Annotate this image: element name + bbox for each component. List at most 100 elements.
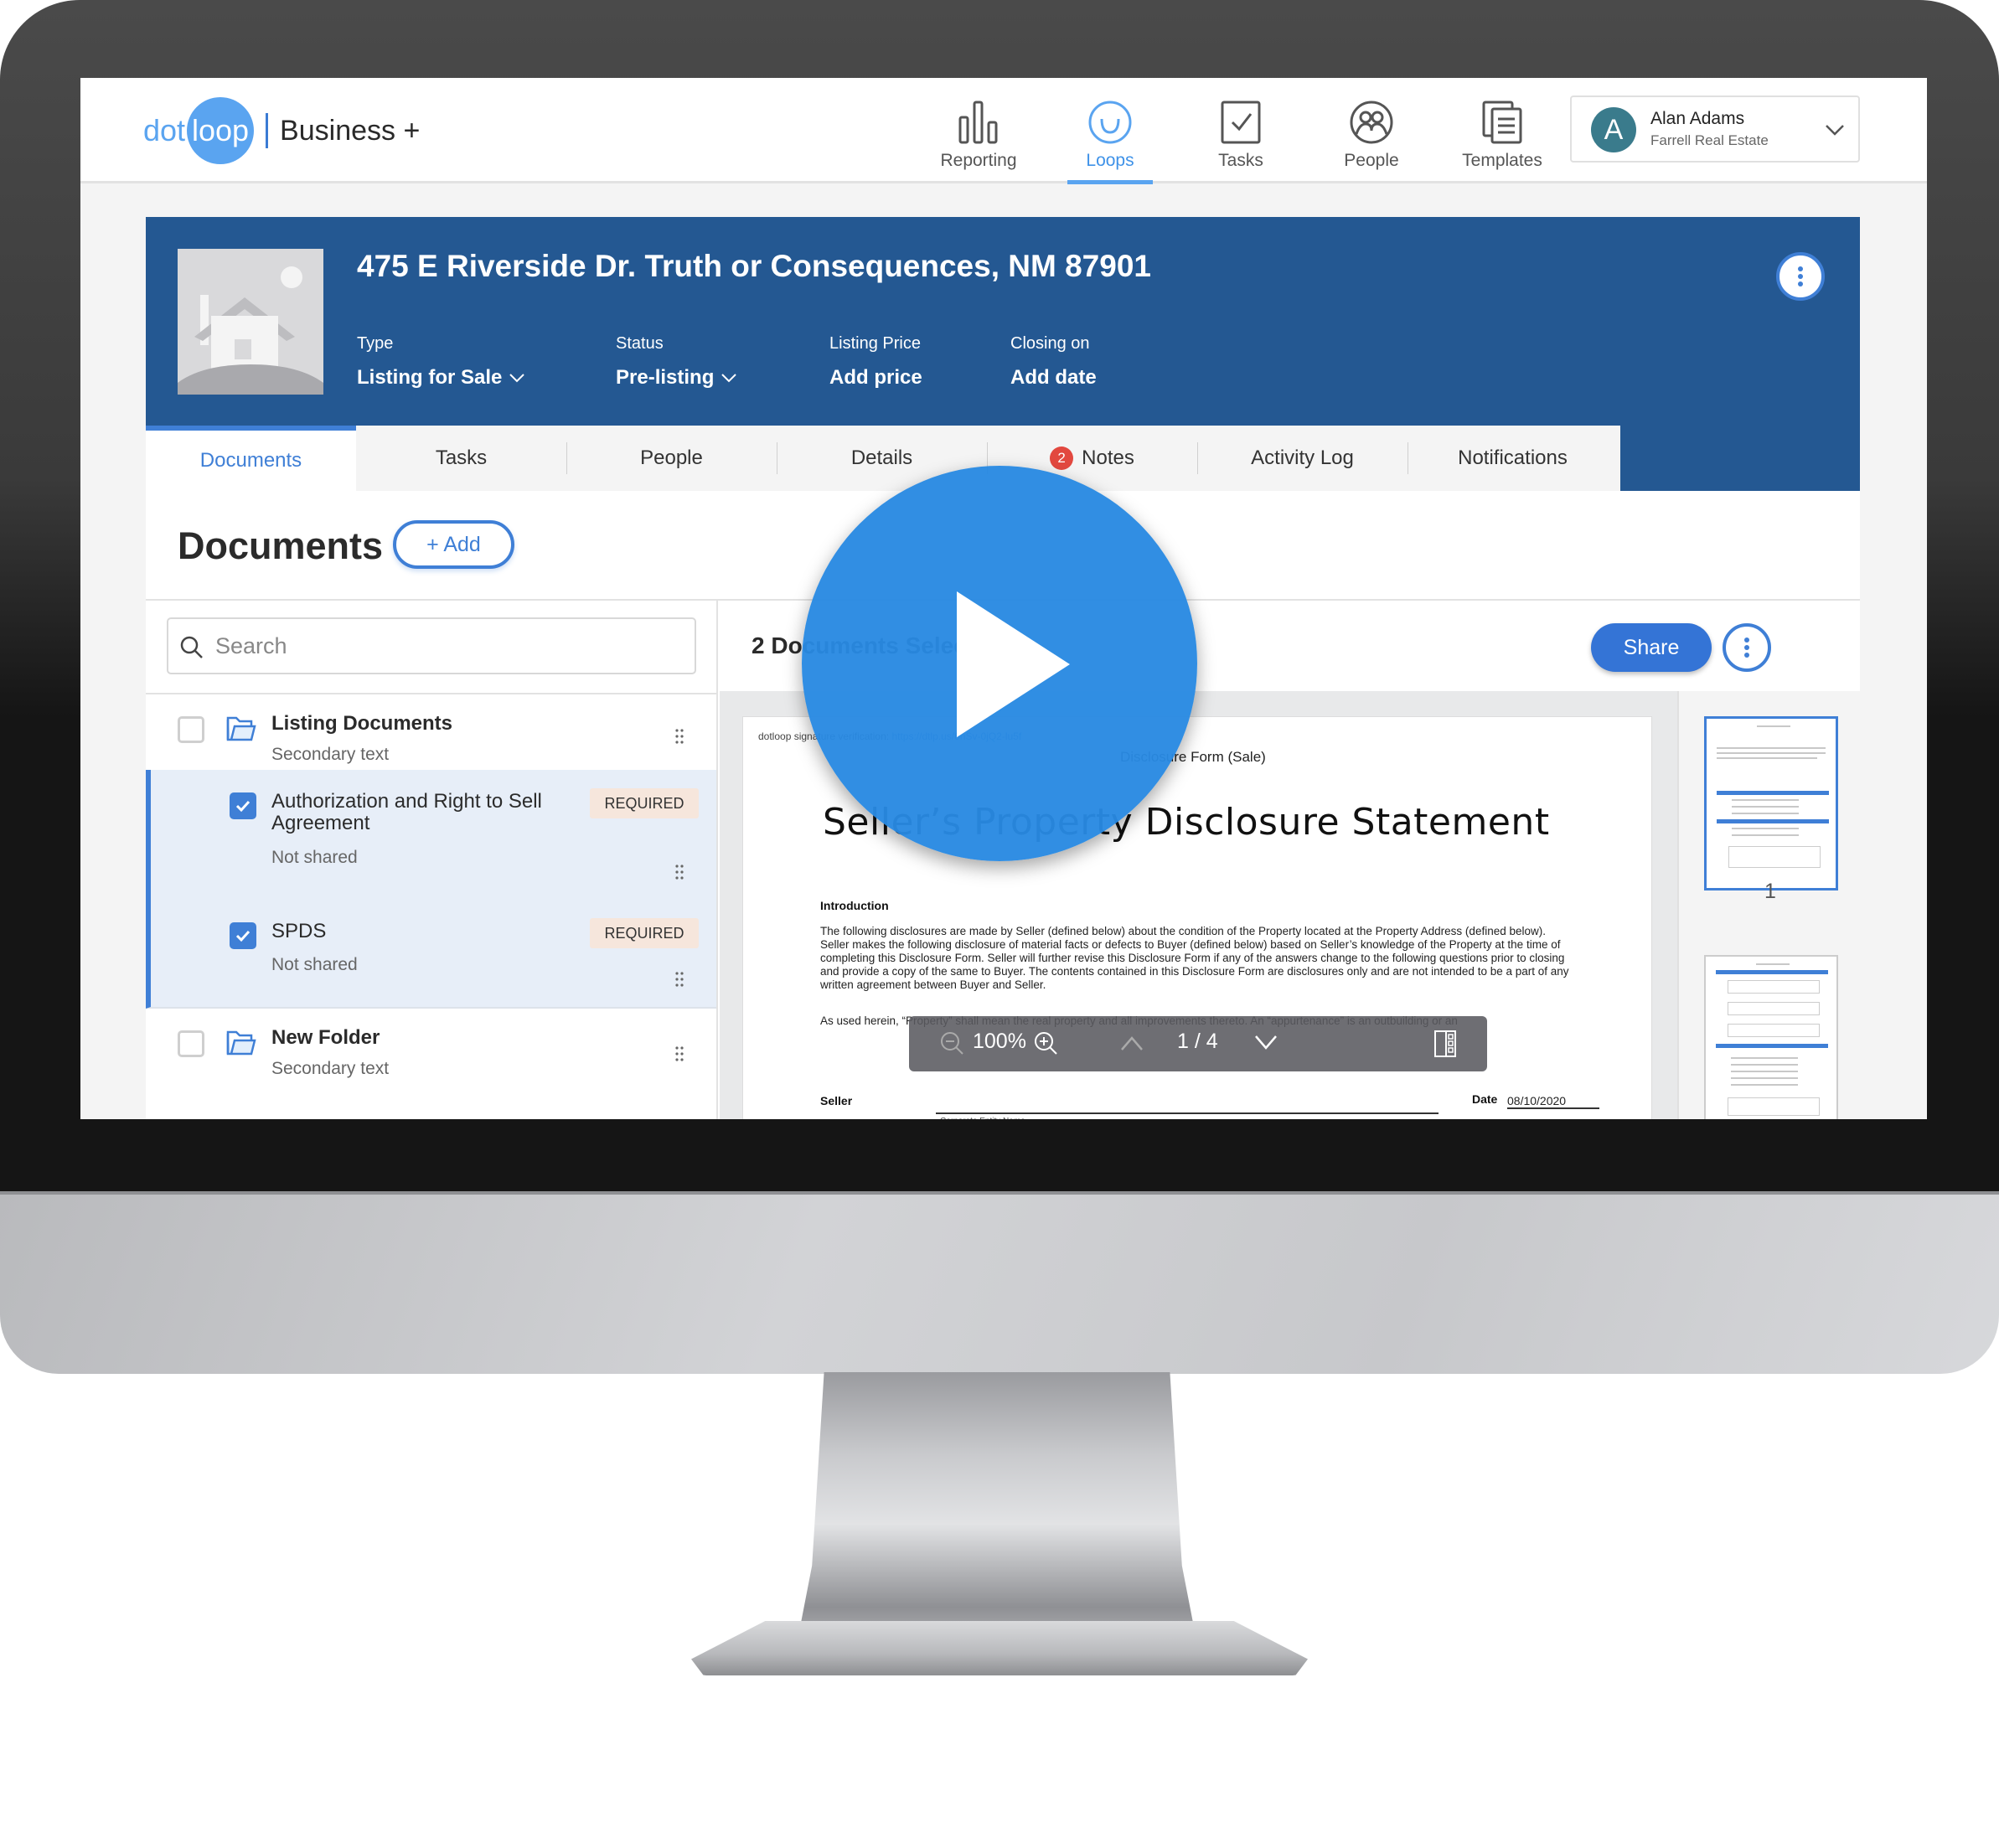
status-value: Pre-listing [616, 366, 715, 389]
dotloop-logo[interactable]: dot loop Business + [143, 97, 420, 164]
tab-label: Notifications [1458, 447, 1568, 469]
loop-tabs: Documents Tasks People Details 2 Notes Ac… [146, 426, 1620, 491]
zoom-in-icon[interactable] [1033, 1030, 1060, 1057]
kebab-menu-icon [1798, 266, 1803, 286]
thumb-text [1732, 828, 1799, 829]
closing-date-value: Add date [1010, 366, 1097, 389]
thumb-box [1728, 1097, 1820, 1116]
loop-address-title: 475 E Riverside Dr. Truth or Consequence… [357, 249, 1151, 283]
folder-title: New Folder [271, 1026, 380, 1049]
user-organization: Farrell Real Estate [1650, 132, 1769, 148]
document-row[interactable]: SPDS REQUIRED Not shared [146, 900, 716, 1009]
tab-label: Details [850, 447, 913, 469]
tab-activity-log[interactable]: Activity Log [1197, 426, 1408, 491]
search-icon [180, 636, 203, 658]
nav-loops[interactable]: Loops [1056, 99, 1165, 184]
user-name: Alan Adams [1650, 109, 1745, 128]
active-nav-indicator [1067, 180, 1153, 184]
loop-more-options-button[interactable] [1776, 252, 1825, 301]
tab-documents[interactable]: Documents [146, 426, 356, 491]
intro-heading: Introduction [820, 899, 889, 912]
nav-people[interactable]: People [1317, 99, 1426, 183]
tab-notifications[interactable]: Notifications [1408, 426, 1618, 491]
folder-subtitle: Secondary text [271, 745, 390, 764]
logo-separator [266, 113, 269, 148]
thumb-text [1732, 799, 1799, 801]
document-title: SPDS [271, 920, 327, 942]
seller-signature-line[interactable] [936, 1112, 1439, 1114]
date-field[interactable]: 08/10/2020 [1507, 1094, 1599, 1109]
thumb-text [1732, 813, 1799, 814]
previous-page-icon[interactable] [1118, 1033, 1145, 1053]
seller-label: Seller [820, 1094, 853, 1107]
chevron-down-icon [509, 374, 525, 383]
thumb-box [1728, 980, 1820, 994]
tab-people[interactable]: People [566, 426, 777, 491]
templates-icon [1482, 101, 1522, 144]
folder-subtitle: Secondary text [271, 1059, 390, 1078]
share-status: Not shared [271, 848, 358, 867]
monitor-chin [0, 1191, 1999, 1374]
listing-price-value: Add price [829, 366, 922, 389]
document-checkbox[interactable] [230, 922, 256, 949]
add-document-button[interactable]: + Add [393, 520, 514, 569]
page-thumbnails: 1 [1677, 691, 1860, 1119]
type-dropdown[interactable]: Listing for Sale [357, 366, 525, 390]
page-thumbnail-2[interactable] [1704, 955, 1838, 1119]
tab-label: People [640, 447, 703, 469]
thumb-box [1728, 1002, 1820, 1015]
status-dropdown[interactable]: Pre-listing [616, 366, 737, 390]
folder-row[interactable]: Listing Documents Secondary text [146, 694, 716, 770]
tab-tasks[interactable]: Tasks [356, 426, 566, 491]
header-extension [1620, 426, 1860, 491]
drag-handle-icon[interactable] [675, 728, 684, 745]
thumb-section-bar [1717, 819, 1829, 823]
thumb-text [1756, 963, 1790, 965]
monitor-stand-foot [691, 1621, 1308, 1675]
avatar: A [1591, 107, 1636, 152]
listing-price-label: Listing Price [829, 334, 921, 353]
next-page-icon[interactable] [1253, 1033, 1279, 1053]
chevron-down-icon [721, 374, 737, 383]
chevron-down-icon [1826, 125, 1844, 136]
share-button[interactable]: Share [1591, 623, 1712, 672]
page-thumbnail-1[interactable] [1704, 716, 1838, 890]
notes-count-badge: 2 [1050, 447, 1074, 470]
add-date-button[interactable]: Add date [1010, 366, 1097, 390]
nav-tasks[interactable]: Tasks [1186, 99, 1295, 183]
folder-row[interactable]: New Folder Secondary text [146, 1010, 716, 1094]
document-row[interactable]: Authorization and Right to Sell Agreemen… [146, 770, 716, 900]
documents-more-options-button[interactable] [1723, 623, 1771, 672]
nav-templates[interactable]: Templates [1448, 99, 1557, 183]
add-price-button[interactable]: Add price [829, 366, 922, 390]
drag-handle-icon[interactable] [675, 1045, 684, 1062]
checkmark-icon [235, 930, 251, 942]
folder-checkbox[interactable] [178, 1030, 204, 1057]
folder-title: Listing Documents [271, 712, 453, 735]
search-field[interactable] [167, 617, 696, 674]
thumb-text [1717, 747, 1826, 749]
thumb-text [1732, 806, 1799, 808]
tab-label: Documents [199, 449, 302, 472]
user-menu[interactable]: A Alan Adams Farrell Real Estate [1570, 95, 1860, 163]
drag-handle-icon[interactable] [675, 971, 684, 988]
nav-reporting[interactable]: Reporting [924, 99, 1033, 183]
drag-handle-icon[interactable] [675, 864, 684, 880]
thumbnail-panel-toggle-icon[interactable] [1433, 1030, 1457, 1058]
thumb-section-bar [1717, 791, 1829, 795]
zoom-out-icon[interactable] [939, 1030, 966, 1057]
property-image-placeholder[interactable] [178, 249, 323, 395]
plan-name: Business + [280, 114, 421, 147]
entity-label: Corporate Entity Name [940, 1117, 1025, 1119]
search-input[interactable] [215, 629, 684, 663]
logo-loop-circle: loop [187, 97, 255, 164]
thumb-box [1728, 846, 1821, 868]
play-video-button[interactable] [802, 466, 1197, 861]
folder-checkbox[interactable] [178, 716, 204, 743]
closing-on-label: Closing on [1010, 334, 1090, 353]
thumb-text [1731, 1064, 1798, 1066]
thumb-text [1731, 1057, 1798, 1059]
thumb-text [1731, 1071, 1798, 1072]
document-checkbox[interactable] [230, 792, 256, 819]
date-label: Date [1472, 1092, 1498, 1106]
